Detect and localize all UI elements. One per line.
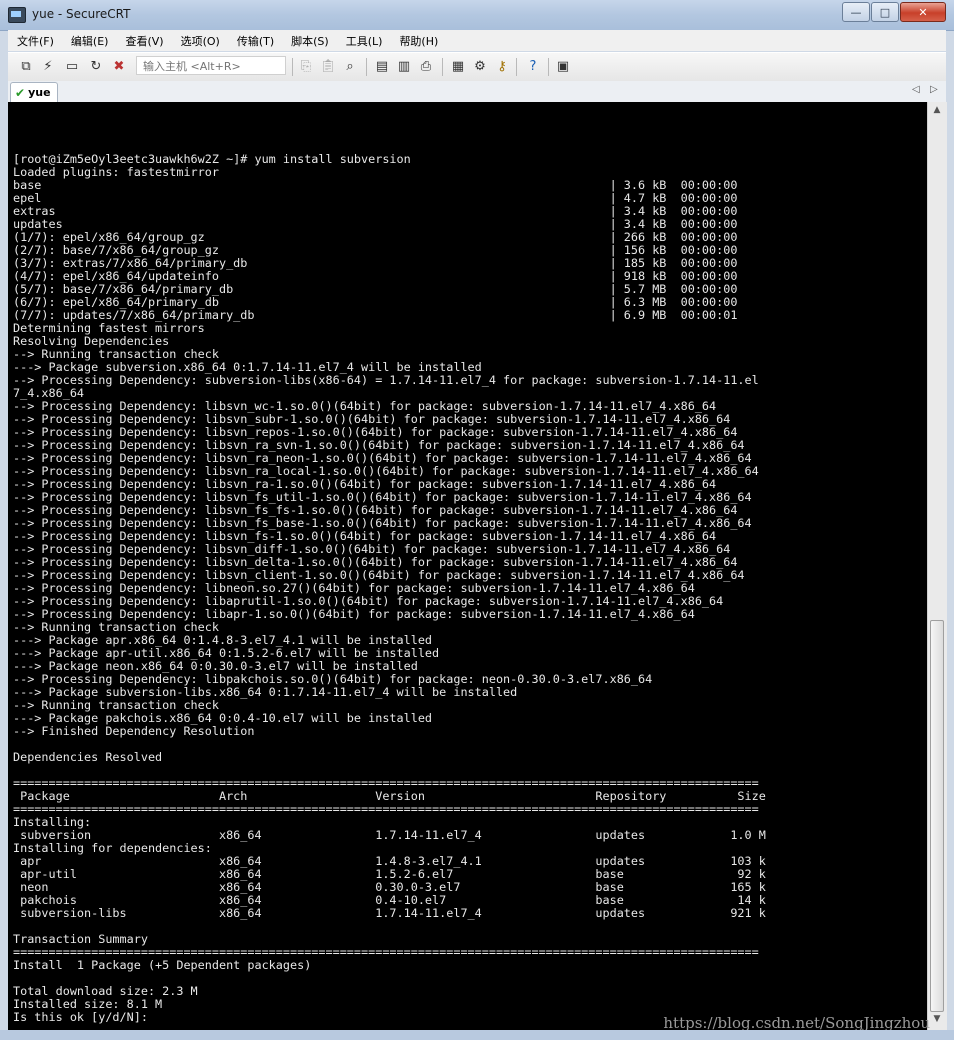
print-icon[interactable]: ⎙ [418, 58, 434, 74]
key-icon[interactable]: ⚷ [494, 58, 510, 74]
menu-transfer[interactable]: 传输(T) [229, 33, 282, 49]
menu-edit[interactable]: 编辑(E) [63, 33, 117, 49]
vertical-scrollbar[interactable]: ▲ ▼ [927, 102, 947, 1030]
toolbar-separator [442, 58, 443, 76]
terminal-line: --> Processing Dependency: subversion-li… [13, 373, 759, 387]
global-options-icon[interactable]: ⚙ [472, 58, 488, 74]
scroll-down-icon[interactable]: ▼ [931, 1014, 943, 1026]
window-title: yue - SecureCRT [32, 7, 131, 21]
securecrt-app-icon[interactable] [8, 7, 26, 23]
print-selection-icon[interactable]: ▥ [396, 58, 412, 74]
help-icon[interactable]: ? [525, 58, 541, 74]
disconnect-icon[interactable]: ✖ [111, 58, 127, 74]
reconnect-icon[interactable]: ↻ [88, 58, 104, 74]
session-tab-bar: ✔ yue ◁ ▷ [8, 81, 946, 103]
menu-view[interactable]: 查看(V) [117, 33, 171, 49]
terminal-line: Dependencies Resolved [13, 750, 163, 764]
connect-in-tab-icon[interactable]: ▭ [64, 58, 80, 74]
toolbar-separator [516, 58, 517, 76]
title-bar[interactable]: yue - SecureCRT — □ ✕ [0, 0, 954, 31]
menu-file[interactable]: 文件(F) [9, 33, 62, 49]
terminal-line: Is this ok [y/d/N]: [13, 1010, 156, 1024]
connect-icon[interactable]: ⧉ [18, 58, 34, 74]
tab-label: yue [28, 86, 51, 99]
menu-tools[interactable]: 工具(L) [338, 33, 391, 49]
find-icon[interactable]: ⌕ [342, 58, 358, 74]
terminal-output[interactable]: [root@iZm5eOyl3eetc3uawkh6w2Z ~]# yum in… [8, 102, 927, 1030]
terminal-text: [root@iZm5eOyl3eetc3uawkh6w2Z ~]# yum in… [13, 153, 766, 1024]
terminal-line: ========================================… [13, 802, 759, 816]
window-controls: — □ ✕ [841, 2, 946, 22]
toolbar-separator [366, 58, 367, 76]
terminal-line: Install 1 Package (+5 Dependent packages… [13, 958, 312, 972]
scroll-up-icon[interactable]: ▲ [931, 105, 943, 117]
terminal-line: --> Finished Dependency Resolution [13, 724, 255, 738]
print-screen-icon[interactable]: ▤ [374, 58, 390, 74]
toolbar-separator [548, 58, 549, 76]
tab-scroll-right-icon[interactable]: ▷ [930, 84, 938, 95]
session-options-icon[interactable]: ▦ [450, 58, 466, 74]
scrollbar-thumb[interactable] [930, 620, 944, 1012]
copy-icon[interactable]: ⎘ [298, 58, 314, 74]
close-button[interactable]: ✕ [900, 2, 946, 22]
connected-check-icon: ✔ [15, 85, 26, 100]
maximize-button[interactable]: □ [871, 2, 899, 22]
quick-connect-icon[interactable]: ⚡ [40, 58, 56, 74]
toolbar-separator [292, 58, 293, 76]
host-input[interactable] [136, 56, 286, 75]
sftp-icon[interactable]: ▣ [555, 58, 571, 74]
menu-help[interactable]: 帮助(H) [391, 33, 446, 49]
menu-options[interactable]: 选项(O) [173, 33, 228, 49]
tab-scroll-left-icon[interactable]: ◁ [912, 84, 920, 95]
tab-yue[interactable]: ✔ yue [10, 82, 58, 102]
menu-script[interactable]: 脚本(S) [283, 33, 337, 49]
window-frame-bottom [0, 1030, 954, 1040]
minimize-button[interactable]: — [842, 2, 870, 22]
toolbar: ⧉ ⚡ ▭ ↻ ✖ ⎘ 📋︎ ⌕ ▤ ▥ ⎙ ▦ ⚙ ⚷ ? ▣ [8, 52, 946, 82]
paste-icon[interactable]: 📋︎ [320, 58, 337, 74]
terminal-line: subversion-libs x86_64 1.7.14-11.el7_4 u… [13, 906, 766, 920]
menu-bar: 文件(F) 编辑(E) 查看(V) 选项(O) 传输(T) 脚本(S) 工具(L… [8, 30, 946, 51]
